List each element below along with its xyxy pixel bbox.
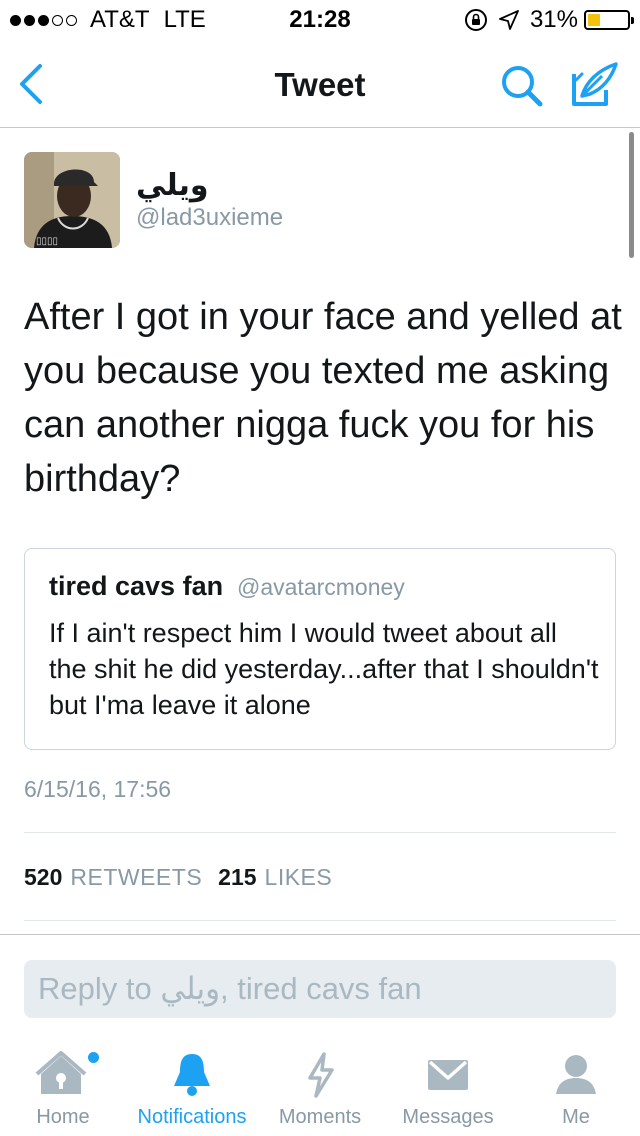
tab-me-label: Me bbox=[562, 1106, 590, 1128]
battery-icon bbox=[584, 10, 634, 30]
compose-tweet-icon bbox=[572, 62, 618, 106]
signal-strength-icon bbox=[10, 14, 80, 26]
reply-input[interactable]: Reply to ويلي, tired cavs fan bbox=[24, 960, 616, 1018]
rotation-lock-icon bbox=[464, 9, 487, 31]
tab-notifications[interactable]: Notifications bbox=[122, 1040, 262, 1136]
tab-notifications-label: Notifications bbox=[137, 1106, 247, 1128]
network-type: LTE bbox=[163, 6, 206, 33]
tab-bar: Home Notifications Moments Messages Me bbox=[0, 1040, 640, 1136]
chevron-left-icon bbox=[20, 64, 42, 104]
compose-button[interactable] bbox=[568, 60, 620, 110]
author-handle[interactable]: @lad3uxieme bbox=[136, 204, 283, 232]
tab-home-label: Home bbox=[36, 1106, 90, 1128]
tweet-text: After I got in your face and yelled at y… bbox=[24, 296, 622, 500]
carrier-name: AT&T bbox=[90, 6, 150, 33]
tweet-stats: 520 RETWEETS 215 LIKES bbox=[24, 864, 348, 891]
svg-text:▯▯▯▯: ▯▯▯▯ bbox=[36, 236, 58, 247]
quoted-tweet-text: If I ain't respect him I would tweet abo… bbox=[49, 618, 599, 720]
retweets-label[interactable]: RETWEETS bbox=[70, 864, 202, 891]
home-notification-dot bbox=[88, 1052, 99, 1063]
quoted-author-handle: @avatarcmoney bbox=[237, 574, 405, 600]
lightning-icon bbox=[308, 1052, 334, 1098]
back-button[interactable] bbox=[14, 62, 50, 106]
avatar[interactable]: ▯▯▯▯ bbox=[24, 152, 120, 248]
tab-messages[interactable]: Messages bbox=[388, 1040, 508, 1136]
author-display-name[interactable]: ويلي bbox=[136, 168, 209, 203]
divider bbox=[24, 832, 616, 833]
scroll-indicator[interactable] bbox=[629, 132, 634, 258]
home-icon bbox=[35, 1051, 87, 1094]
status-bar: AT&T LTE 21:28 31% bbox=[0, 0, 640, 40]
battery-fill bbox=[588, 14, 600, 26]
divider bbox=[0, 934, 640, 935]
battery-percent: 31% bbox=[529, 6, 578, 33]
quoted-tweet[interactable]: tired cavs fan @avatarcmoney If I ain't … bbox=[24, 548, 616, 750]
search-icon bbox=[502, 66, 543, 107]
envelope-icon bbox=[428, 1060, 468, 1090]
retweets-count[interactable]: 520 bbox=[24, 864, 62, 891]
tweet-timestamp: 6/15/16, 17:56 bbox=[24, 776, 172, 802]
tab-moments-label: Moments bbox=[278, 1106, 362, 1128]
bell-icon bbox=[174, 1054, 210, 1096]
status-right: 31% bbox=[464, 6, 634, 34]
status-left: AT&T LTE bbox=[10, 6, 206, 34]
tab-me[interactable]: Me bbox=[522, 1040, 630, 1136]
quoted-author-name: tired cavs fan bbox=[49, 571, 224, 601]
navigation-bar: Tweet bbox=[0, 40, 640, 128]
search-button[interactable] bbox=[498, 62, 546, 110]
person-icon bbox=[556, 1055, 596, 1094]
location-arrow-icon bbox=[499, 10, 519, 30]
tab-moments[interactable]: Moments bbox=[262, 1040, 378, 1136]
divider bbox=[24, 920, 616, 921]
tab-messages-label: Messages bbox=[402, 1106, 494, 1128]
likes-count[interactable]: 215 bbox=[218, 864, 256, 891]
likes-label[interactable]: LIKES bbox=[265, 864, 333, 891]
tab-home[interactable]: Home bbox=[4, 1040, 122, 1136]
